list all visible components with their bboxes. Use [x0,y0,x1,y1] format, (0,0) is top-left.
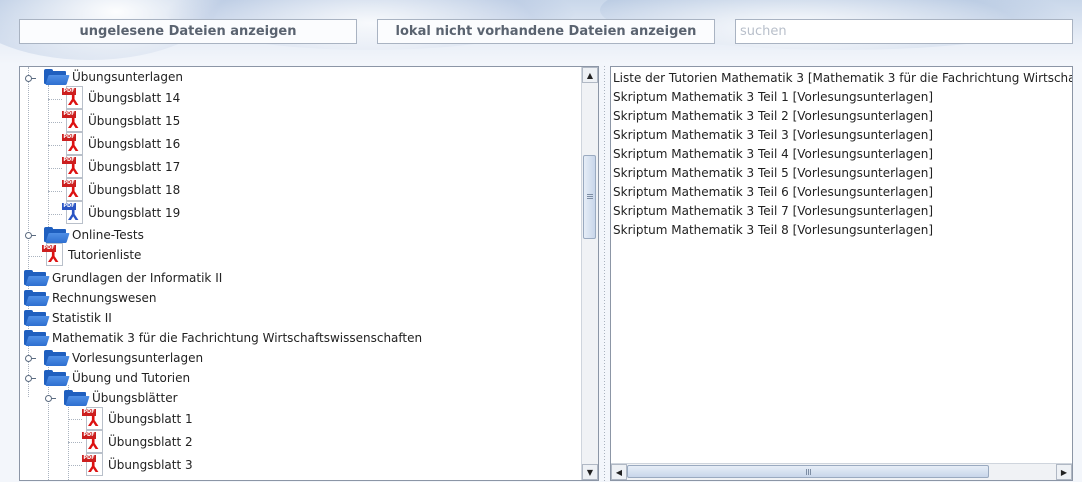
expand-toggle[interactable] [25,355,36,364]
tree-node-file[interactable]: PDF ⅄ Übungsblatt 18 [62,178,181,202]
tree-node-file[interactable]: PDF ⅄ Tutorienliste [42,243,142,267]
pdf-icon: PDF ⅄ [82,430,104,454]
scrollbar-thumb[interactable] [627,465,989,478]
tree-vertical-scrollbar[interactable]: ▲ ▼ [581,67,598,480]
tree-node-file[interactable]: PDF ⅄ Übungsblatt 3 [82,453,193,477]
folder-icon [24,270,50,286]
list-item[interactable]: Skriptum Mathematik 3 Teil 3 [Vorlesungs… [613,126,933,145]
tree-node-label: Übungsblatt 3 [108,458,193,472]
tree-node-online-tests[interactable]: Online-Tests [44,225,144,245]
tree-node-label: Übungsblatt 18 [88,183,181,197]
folder-icon [24,330,50,346]
tree-node-label: Mathematik 3 für die Fachrichtung Wirtsc… [52,331,423,345]
expand-toggle[interactable] [25,75,36,84]
tree-node-label: Übungsblatt 15 [88,114,181,128]
tree-node-mathematik-3[interactable]: Mathematik 3 für die Fachrichtung Wirtsc… [24,328,422,348]
tree-node-label: Übungsblatt 14 [88,91,181,105]
show-unread-files-button[interactable]: ungelesene Dateien anzeigen [19,19,357,44]
pdf-icon: PDF ⅄ [62,178,84,202]
tree-node-file[interactable]: PDF ⅄ Übungsblatt 2 [82,430,193,454]
expand-toggle[interactable] [45,395,56,404]
tree-node-file[interactable]: PDF ⅄ Übungsblatt 14 [62,86,181,110]
folder-open-icon [44,69,70,85]
tree-node-vorlesungsunterlagen[interactable]: Vorlesungsunterlagen [44,348,203,368]
folder-open-icon [44,350,70,366]
tree-node-statistik[interactable]: Statistik II [24,308,112,328]
list-item[interactable]: Liste der Tutorien Mathematik 3 [Mathema… [613,69,1072,88]
tree-node-file[interactable]: PDF ⅄ Übungsblatt 1 [82,407,193,431]
tree-node-label: Statistik II [52,311,112,325]
tree-node-uebungsunterlagen[interactable]: Übungsunterlagen [44,67,183,87]
folder-open-icon [44,370,70,386]
tree-node-file[interactable]: PDF ⅄ Übungsblatt 19 [62,201,181,225]
tree-node-file[interactable]: PDF ⅄ Übungsblatt 17 [62,155,181,179]
tree-node-label: Übung und Tutorien [72,371,191,385]
list-item[interactable]: Skriptum Mathematik 3 Teil 6 [Vorlesungs… [613,183,933,202]
tree-node-label: Rechnungswesen [52,291,157,305]
tree-node-label: Übungsblatt 17 [88,160,181,174]
pdf-icon: PDF ⅄ [62,109,84,133]
tree-node-rechnungswesen[interactable]: Rechnungswesen [24,288,157,308]
list-item[interactable]: Skriptum Mathematik 3 Teil 2 [Vorlesungs… [613,107,933,126]
folder-icon [24,290,50,306]
folder-tree-panel: Übungsunterlagen PDF ⅄ Übungsblatt 14 PDF… [19,66,599,481]
folder-tree: Übungsunterlagen PDF ⅄ Übungsblatt 14 PDF… [20,67,581,480]
pdf-icon: PDF ⅄ [42,243,64,267]
list-item[interactable]: Skriptum Mathematik 3 Teil 5 [Vorlesungs… [613,164,933,183]
list-horizontal-scrollbar[interactable]: ◀ ▶ [611,463,1072,480]
scroll-up-icon[interactable]: ▲ [582,67,598,83]
tree-node-label: Vorlesungsunterlagen [72,351,204,365]
scroll-down-icon[interactable]: ▼ [582,464,598,480]
folder-icon [24,310,50,326]
tree-node-label: Übungsblatt 19 [88,206,181,220]
tree-node-uebung-tutorien[interactable]: Übung und Tutorien [44,368,190,388]
tree-node-label: Übungsunterlagen [72,70,184,84]
scroll-left-icon[interactable]: ◀ [611,464,627,480]
tree-node-label: Online-Tests [72,228,144,242]
list-item[interactable]: Skriptum Mathematik 3 Teil 7 [Vorlesungs… [613,202,933,221]
tree-node-label: Tutorienliste [68,248,142,262]
list-item[interactable]: Skriptum Mathematik 3 Teil 8 [Vorlesungs… [613,221,933,240]
tree-node-file[interactable]: PDF ⅄ Übungsblatt 16 [62,132,181,156]
folder-open-icon [44,227,70,243]
tree-node-grundlagen-informatik[interactable]: Grundlagen der Informatik II [24,268,222,288]
search-input[interactable] [735,19,1073,44]
tree-node-label: Übungsblatt 16 [88,137,181,151]
tree-node-label: Übungsblatt 2 [108,435,193,449]
pdf-icon: PDF ⅄ [62,155,84,179]
file-list-panel: Liste der Tutorien Mathematik 3 [Mathema… [610,66,1073,481]
pdf-blue-icon: PDF ⅄ [62,201,84,225]
pdf-icon: PDF ⅄ [82,407,104,431]
expand-toggle[interactable] [25,232,36,241]
list-item[interactable]: Skriptum Mathematik 3 Teil 1 [Vorlesungs… [613,88,933,107]
panel-splitter[interactable] [600,66,609,481]
tree-node-label: Übungsblatt 1 [108,412,193,426]
pdf-icon: PDF ⅄ [82,453,104,477]
scrollbar-thumb[interactable] [583,155,596,239]
pdf-icon: PDF ⅄ [62,86,84,110]
folder-open-icon [64,390,90,406]
pdf-icon: PDF ⅄ [62,132,84,156]
scroll-right-icon[interactable]: ▶ [1056,464,1072,480]
tree-node-file[interactable]: PDF ⅄ Übungsblatt 15 [62,109,181,133]
show-missing-local-files-button[interactable]: lokal nicht vorhandene Dateien anzeigen [377,19,715,44]
tree-node-label: Grundlagen der Informatik II [52,271,223,285]
expand-toggle[interactable] [25,375,36,384]
list-item[interactable]: Skriptum Mathematik 3 Teil 4 [Vorlesungs… [613,145,933,164]
tree-node-label: Übungsblätter [92,391,178,405]
tree-node-uebungsblaetter[interactable]: Übungsblätter [64,388,178,408]
